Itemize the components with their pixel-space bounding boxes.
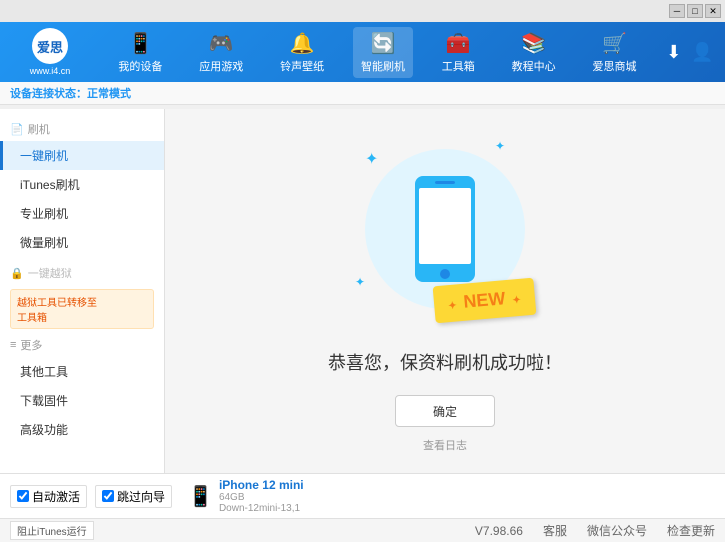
version-text: V7.98.66 [475,524,523,538]
success-illustration: NEW ✦ ✦ ✦ [345,129,545,329]
new-badge-text: NEW [463,288,507,312]
logo-url: www.i4.cn [30,66,71,76]
tutorial-icon: 📚 [521,31,546,56]
nav-ringtone-label: 铃声壁纸 [280,58,324,74]
sidebar-item-itunes-flash[interactable]: iTunes刷机 [0,170,164,199]
device-phone-icon: 📱 [188,484,213,509]
itunes-flash-label: iTunes刷机 [20,178,80,192]
minimize-button[interactable]: ─ [669,4,685,18]
nav-toolbox-label: 工具箱 [442,58,475,74]
sidebar-item-small-flash[interactable]: 微量刷机 [0,228,164,257]
footer-bar: 阻止iTunes运行 V7.98.66 客服 微信公众号 检查更新 [0,518,725,542]
checkboxes-area: 自动激活 跳过向导 [10,485,172,508]
footer-right: V7.98.66 客服 微信公众号 检查更新 [475,522,715,539]
nav-my-device[interactable]: 📱 我的设备 [110,27,170,78]
nav-toolbox[interactable]: 🧰 工具箱 [434,27,483,78]
ringtone-icon: 🔔 [290,31,315,56]
phone-svg [410,174,480,284]
lock-icon: 🔒 [10,267,24,280]
device-model: Down-12mini-13,1 [219,503,304,514]
device-row: 自动激活 跳过向导 📱 iPhone 12 mini 64GB Down-12m… [0,474,725,518]
device-status-bar: 设备连接状态：正常模式 [0,82,725,105]
check-update-link[interactable]: 检查更新 [667,522,715,539]
itunes-status-btn[interactable]: 阻止iTunes运行 [10,521,94,540]
logo-icon: 爱思 [32,28,68,64]
status-value: 正常模式 [87,88,131,100]
new-badge: NEW [433,278,537,324]
sidebar-group-flash: 📄 刷机 一键刷机 iTunes刷机 专业刷机 微量刷机 [0,117,164,257]
main-content: NEW ✦ ✦ ✦ 恭喜您，保资料刷机成功啦！ 确定 查看日志 [165,109,725,473]
skip-wizard-checkbox[interactable] [102,490,114,502]
nav-smart-flash[interactable]: 🔄 智能刷机 [353,27,413,78]
sidebar-item-download-firmware[interactable]: 下载固件 [0,386,164,415]
nav-mall[interactable]: 🛒 爱思商城 [584,27,644,78]
device-storage: 64GB [219,492,304,503]
view-log-link[interactable]: 查看日志 [423,437,467,453]
user-icon[interactable]: 👤 [691,42,713,63]
nav-smart-flash-label: 智能刷机 [361,58,405,74]
download-icon[interactable]: ⬇ [666,42,681,63]
nav-app-game-label: 应用游戏 [199,58,243,74]
sidebar-group-flash-title: 📄 刷机 [0,117,164,141]
success-message: 恭喜您，保资料刷机成功啦！ [328,349,562,375]
sidebar-item-one-click-flash[interactable]: 一键刷机 [0,141,164,170]
nav-tutorial[interactable]: 📚 教程中心 [504,27,564,78]
skip-wizard-checkbox-wrapper: 跳过向导 [95,485,172,508]
nav-app-game[interactable]: 🎮 应用游戏 [191,27,251,78]
sparkle-3: ✦ [355,275,365,289]
sidebar-group-jailbreak-title: 🔒 一键越狱 [0,261,164,285]
smart-flash-icon: 🔄 [371,31,396,56]
nav-tutorial-label: 教程中心 [512,58,556,74]
sidebar-item-pro-flash[interactable]: 专业刷机 [0,199,164,228]
header: 爱思 www.i4.cn 📱 我的设备 🎮 应用游戏 🔔 铃声壁纸 🔄 智能刷机… [0,22,725,82]
mall-icon: 🛒 [602,31,627,56]
bottom-area: 自动激活 跳过向导 📱 iPhone 12 mini 64GB Down-12m… [0,473,725,542]
footer-left: 阻止iTunes运行 [10,521,94,540]
close-button[interactable]: ✕ [705,4,721,18]
confirm-button[interactable]: 确定 [395,395,495,427]
maximize-button[interactable]: □ [687,4,703,18]
title-bar: ─ □ ✕ [0,0,725,22]
auto-connect-checkbox-wrapper: 自动激活 [10,485,87,508]
sidebar-group-jailbreak: 🔒 一键越狱 越狱工具已转移至工具箱 [0,261,164,329]
jailbreak-note-text: 越狱工具已转移至工具箱 [17,298,97,324]
toolbox-icon: 🧰 [446,31,471,56]
device-name: iPhone 12 mini [219,478,304,492]
logo[interactable]: 爱思 www.i4.cn [0,28,100,76]
auto-connect-checkbox[interactable] [17,490,29,502]
my-device-icon: 📱 [128,31,153,56]
header-right: ⬇ 👤 [655,42,725,63]
sidebar-group-more-title: ≡ 更多 [0,333,164,357]
advanced-functions-label: 高级功能 [20,423,68,437]
small-flash-label: 微量刷机 [20,236,68,250]
nav-bar: 📱 我的设备 🎮 应用游戏 🔔 铃声壁纸 🔄 智能刷机 🧰 工具箱 📚 教程中心… [100,27,655,78]
auto-connect-label: 自动激活 [32,488,80,505]
sidebar-group-more: ≡ 更多 其他工具 下载固件 高级功能 [0,333,164,444]
sidebar-item-advanced-functions[interactable]: 高级功能 [0,415,164,444]
device-info: 📱 iPhone 12 mini 64GB Down-12mini-13,1 [188,478,304,514]
sparkle-2: ✦ [495,139,505,153]
one-click-flash-label: 一键刷机 [20,149,68,163]
flash-group-icon: 📄 [10,123,24,136]
nav-ringtone[interactable]: 🔔 铃声壁纸 [272,27,332,78]
download-firmware-label: 下载固件 [20,394,68,408]
service-link[interactable]: 客服 [543,522,567,539]
status-prefix: 设备连接状态： [10,88,87,100]
nav-mall-label: 爱思商城 [592,58,636,74]
sidebar-item-other-tools[interactable]: 其他工具 [0,357,164,386]
sidebar: 📄 刷机 一键刷机 iTunes刷机 专业刷机 微量刷机 [0,109,165,473]
jailbreak-note: 越狱工具已转移至工具箱 [10,289,154,329]
other-tools-label: 其他工具 [20,365,68,379]
wechat-link[interactable]: 微信公众号 [587,522,647,539]
sparkle-1: ✦ [365,149,378,169]
more-group-label: 更多 [20,337,42,353]
pro-flash-label: 专业刷机 [20,207,68,221]
device-text-block: iPhone 12 mini 64GB Down-12mini-13,1 [219,478,304,514]
more-icon: ≡ [10,339,16,351]
app-game-icon: 🎮 [209,31,234,56]
skip-wizard-label: 跳过向导 [117,488,165,505]
jailbreak-group-label: 一键越狱 [28,265,72,281]
nav-my-device-label: 我的设备 [118,58,162,74]
flash-group-label: 刷机 [28,121,50,137]
